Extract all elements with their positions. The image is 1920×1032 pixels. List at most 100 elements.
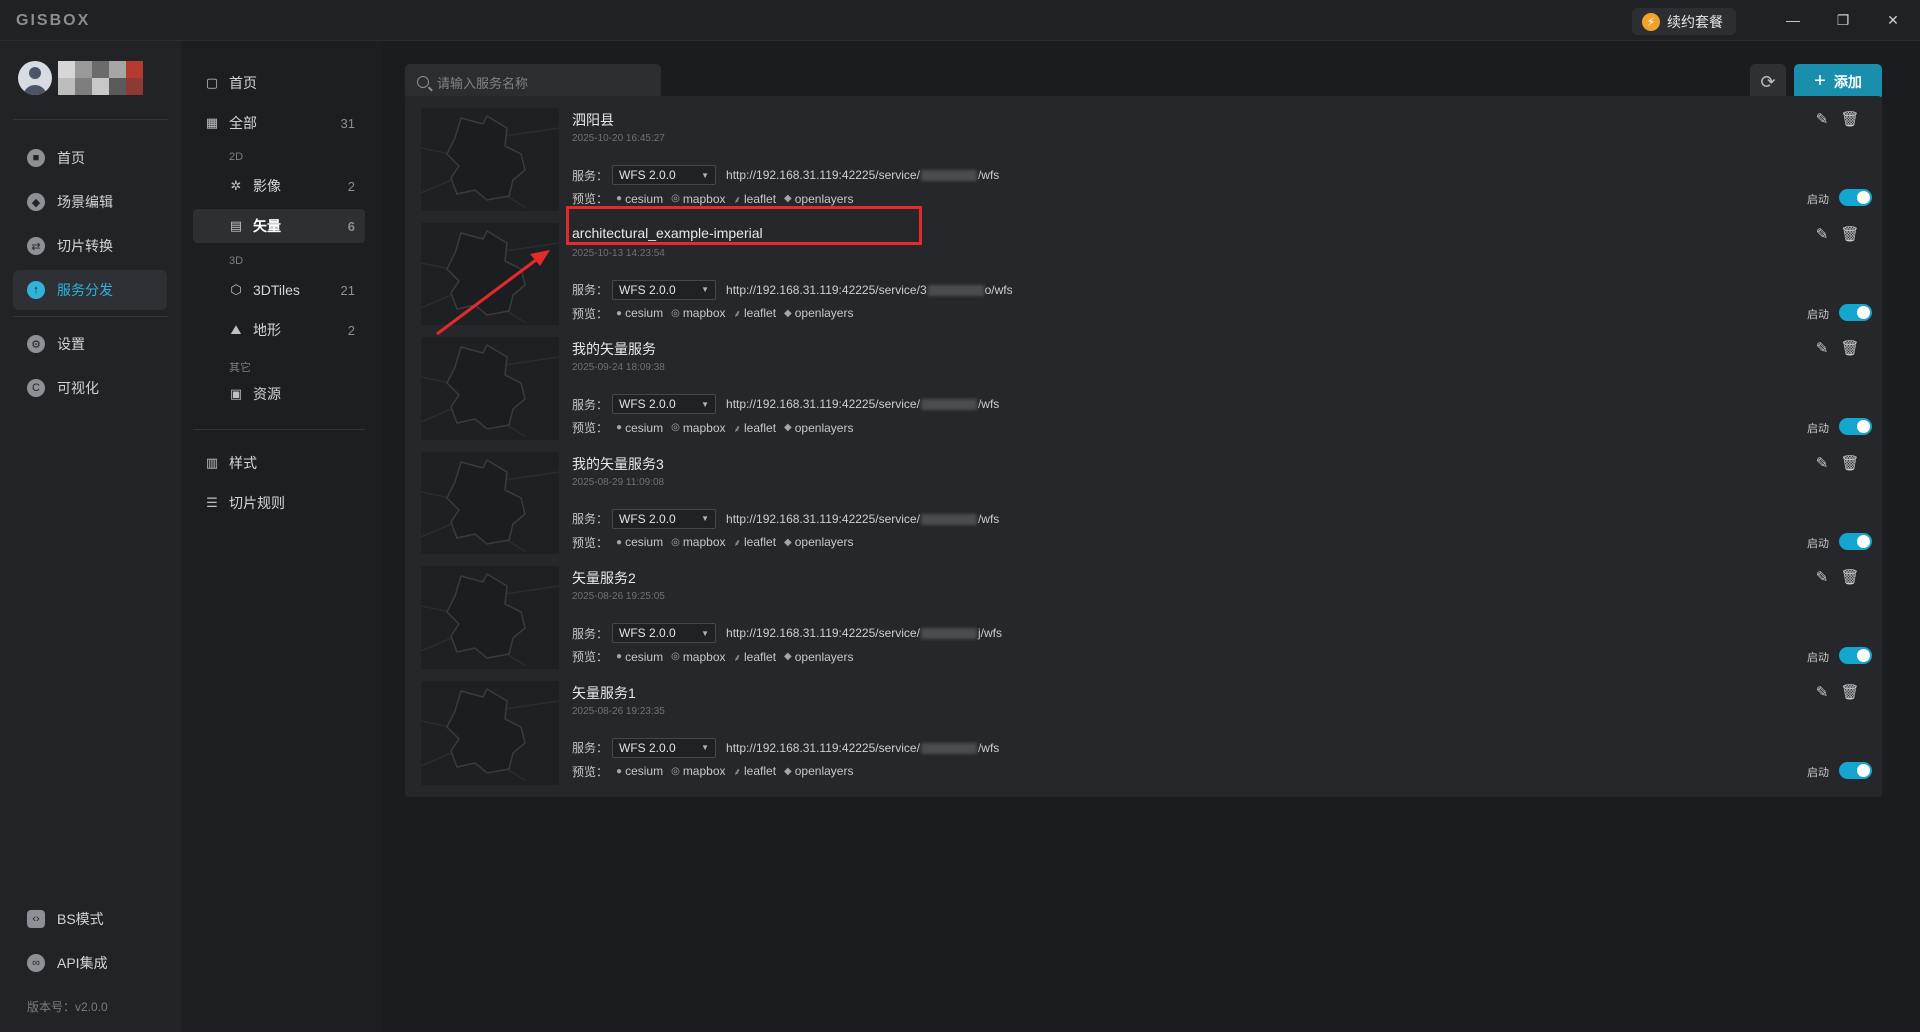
- preview-cesium-link[interactable]: ● cesium: [616, 650, 663, 664]
- edit-icon[interactable]: ✎: [1813, 225, 1831, 243]
- search-input[interactable]: 请输入服务名称: [405, 64, 661, 100]
- trash-icon[interactable]: 🗑: [1840, 683, 1859, 701]
- service-url[interactable]: http://192.168.31.119:42225/service/ /wfs: [726, 168, 999, 182]
- restore-icon[interactable]: ❐: [1830, 8, 1856, 32]
- edit-icon[interactable]: ✎: [1813, 683, 1831, 701]
- mapbox-icon: ◎: [671, 651, 680, 662]
- trash-icon[interactable]: 🗑: [1840, 339, 1859, 357]
- sidebar-item-bs-mode[interactable]: ‹› BS模式: [13, 899, 167, 939]
- preview-mapbox-link[interactable]: ◎ mapbox: [671, 764, 725, 778]
- group-label-2d: 2D: [229, 151, 244, 163]
- sidebar-item-scene-edit[interactable]: ◆ 场景编辑: [13, 182, 167, 222]
- preview-label: 预览：: [572, 650, 609, 664]
- enable-toggle[interactable]: [1839, 761, 1872, 779]
- service-version-select[interactable]: WFS 2.0.0 ▼: [612, 394, 717, 414]
- enable-toggle[interactable]: [1839, 532, 1872, 550]
- preview-mapbox-link[interactable]: ◎ mapbox: [671, 306, 725, 320]
- add-button[interactable]: + 添加: [1794, 64, 1882, 100]
- edit-icon[interactable]: ✎: [1813, 110, 1831, 128]
- preview-cesium-link[interactable]: ● cesium: [616, 306, 663, 320]
- service-url[interactable]: http://192.168.31.119:42225/service/ /wfs: [726, 397, 999, 411]
- service-version-select[interactable]: WFS 2.0.0 ▼: [612, 623, 717, 643]
- preview-mapbox-link[interactable]: ◎ mapbox: [671, 535, 725, 549]
- category-resource[interactable]: ▣ 资源: [193, 377, 365, 411]
- category-label: 矢量: [253, 218, 281, 234]
- service-url[interactable]: http://192.168.31.119:42225/service/ /wfs: [726, 741, 999, 755]
- category-label: 全部: [229, 115, 257, 131]
- category-all[interactable]: ▦ 全部 31: [193, 106, 365, 140]
- preview-openlayers-link[interactable]: ◆ openlayers: [784, 306, 853, 320]
- image-icon: ▣: [229, 386, 243, 401]
- sidebar-item-service-publish[interactable]: ↑ 服务分发: [13, 270, 167, 310]
- service-card[interactable]: 泗阳县 2025-10-20 16:45:27 服务： WFS 2.0.0 ▼ …: [405, 96, 1882, 224]
- category-tile-rules[interactable]: ☰ 切片规则: [193, 486, 365, 520]
- edit-icon[interactable]: ✎: [1813, 454, 1831, 472]
- category-terrain[interactable]: ⛰ 地形 2: [193, 313, 365, 347]
- preview-openlayers-link[interactable]: ◆ openlayers: [784, 421, 853, 435]
- trash-icon[interactable]: 🗑: [1840, 225, 1859, 243]
- user-profile[interactable]: [18, 61, 143, 95]
- category-home[interactable]: ▢ 首页: [193, 66, 365, 100]
- preview-cesium-link[interactable]: ● cesium: [616, 192, 663, 206]
- service-version-select[interactable]: WFS 2.0.0 ▼: [612, 737, 717, 758]
- service-row: 服务： WFS 2.0.0 ▼ http://192.168.31.119:42…: [572, 165, 999, 185]
- preview-mapbox-link[interactable]: ◎ mapbox: [671, 192, 725, 206]
- preview-leaflet-link[interactable]: ⸙ leaflet: [734, 306, 777, 320]
- sidebar-item-visualization[interactable]: C 可视化: [13, 368, 167, 408]
- service-version-select[interactable]: WFS 2.0.0 ▼: [612, 165, 717, 185]
- enable-toggle[interactable]: [1839, 418, 1872, 435]
- category-vector[interactable]: ▤ 矢量 6: [193, 209, 365, 243]
- category-image[interactable]: ✲ 影像 2: [193, 169, 365, 203]
- preview-openlayers-link[interactable]: ◆ openlayers: [784, 764, 853, 778]
- enable-toggle[interactable]: [1839, 647, 1872, 664]
- preview-mapbox-link[interactable]: ◎ mapbox: [671, 650, 725, 664]
- avatar[interactable]: [18, 61, 52, 95]
- close-icon[interactable]: ✕: [1880, 8, 1906, 32]
- refresh-button[interactable]: ⟳: [1750, 64, 1786, 100]
- preview-cesium-link[interactable]: ● cesium: [616, 421, 663, 435]
- category-3dtiles[interactable]: ⬡ 3DTiles 21: [193, 273, 365, 307]
- service-card[interactable]: 矢量服务1 2025-08-26 19:23:35 服务： WFS 2.0.0 …: [405, 668, 1882, 797]
- preview-cesium-link[interactable]: ● cesium: [616, 535, 663, 549]
- refresh-icon: ⟳: [1760, 71, 1776, 92]
- service-card[interactable]: architectural_example-imperial 2025-10-1…: [405, 210, 1882, 339]
- enable-toggle[interactable]: [1839, 189, 1872, 206]
- service-card[interactable]: 我的矢量服务 2025-09-24 18:09:38 服务： WFS 2.0.0…: [405, 325, 1882, 453]
- preview-leaflet-link[interactable]: ⸙ leaflet: [734, 764, 777, 778]
- minimize-icon[interactable]: —: [1780, 8, 1806, 32]
- edit-icon[interactable]: ✎: [1813, 568, 1831, 586]
- preview-leaflet-link[interactable]: ⸙ leaflet: [734, 650, 777, 664]
- service-url[interactable]: http://192.168.31.119:42225/service/j/wf…: [726, 626, 1002, 640]
- preview-cesium-link[interactable]: ● cesium: [616, 764, 663, 778]
- service-card[interactable]: 我的矢量服务3 2025-08-29 11:09:08 服务： WFS 2.0.…: [405, 439, 1882, 568]
- renew-plan-button[interactable]: ⚡ 续约套餐: [1632, 8, 1736, 35]
- preview-leaflet-link[interactable]: ⸙ leaflet: [734, 535, 777, 549]
- preview-openlayers-link[interactable]: ◆ openlayers: [784, 192, 853, 206]
- preview-openlayers-link[interactable]: ◆ openlayers: [784, 650, 853, 664]
- service-name: 泗阳县: [572, 112, 614, 128]
- sidebar-item-api[interactable]: ∞ API集成: [13, 943, 167, 983]
- service-date: 2025-08-26 19:23:35: [572, 705, 665, 717]
- sidebar-item-home[interactable]: ■ 首页: [13, 138, 167, 178]
- category-style[interactable]: ▥ 样式: [193, 446, 365, 480]
- enable-toggle[interactable]: [1839, 303, 1872, 321]
- layers-icon: ◆: [784, 307, 792, 319]
- preview-mapbox-link[interactable]: ◎ mapbox: [671, 421, 725, 435]
- edit-icon[interactable]: ✎: [1813, 339, 1831, 357]
- preview-openlayers-link[interactable]: ◆ openlayers: [784, 535, 853, 549]
- preview-leaflet-link[interactable]: ⸙ leaflet: [734, 421, 777, 435]
- trash-icon[interactable]: 🗑: [1840, 568, 1859, 586]
- service-card[interactable]: 矢量服务2 2025-08-26 19:25:05 服务： WFS 2.0.0 …: [405, 554, 1882, 682]
- service-url[interactable]: http://192.168.31.119:42225/service/3 o/w…: [726, 283, 1013, 297]
- service-version-select[interactable]: WFS 2.0.0 ▼: [612, 508, 717, 529]
- preview-leaflet-link[interactable]: ⸙ leaflet: [734, 192, 777, 206]
- service-version-value: WFS 2.0.0: [619, 740, 676, 755]
- trash-icon[interactable]: 🗑: [1840, 454, 1859, 472]
- sidebar-item-settings[interactable]: ⚙ 设置: [13, 324, 167, 364]
- service-url[interactable]: http://192.168.31.119:42225/service/ /wfs: [726, 512, 999, 526]
- mountain-icon: ⛰: [230, 322, 242, 337]
- sidebar-item-tile-convert[interactable]: ⇄ 切片转换: [13, 226, 167, 266]
- category-label: 样式: [229, 455, 257, 471]
- service-version-select[interactable]: WFS 2.0.0 ▼: [612, 279, 717, 300]
- trash-icon[interactable]: 🗑: [1840, 110, 1859, 128]
